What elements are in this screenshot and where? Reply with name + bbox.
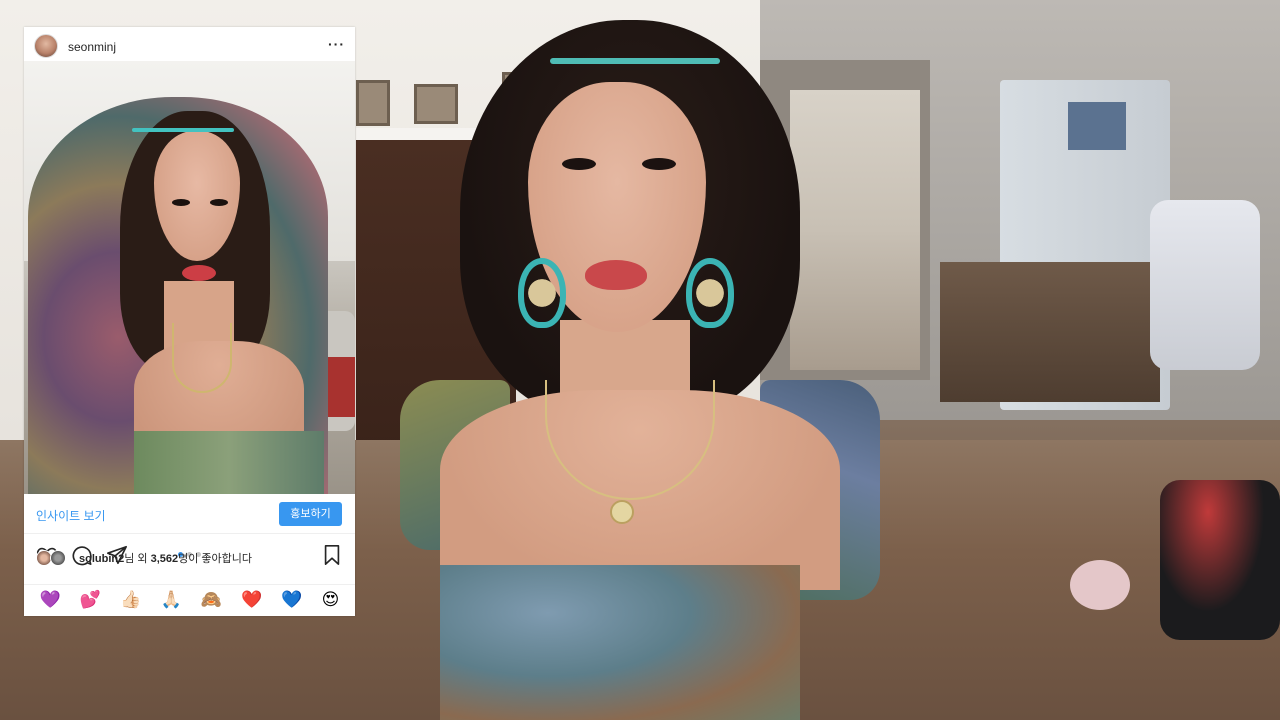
view-insights-link[interactable]: 인사이트 보기 — [36, 507, 106, 524]
liker-avatars — [36, 550, 70, 566]
photo-eye-right — [210, 199, 228, 206]
earring-left — [518, 258, 566, 328]
photo-eye-left — [172, 199, 190, 206]
hanging-clothes — [1150, 200, 1260, 370]
red-heart-emoji[interactable]: ❤️ — [241, 590, 262, 610]
paisley-top — [440, 565, 800, 720]
dining-table — [940, 262, 1160, 402]
headband — [550, 58, 720, 64]
more-options-icon[interactable]: ··· — [328, 36, 345, 52]
quick-reactions: 💜 💕 👍🏻 🙏🏻 🙈 ❤️ 💙 😍 — [24, 584, 355, 614]
photo-headband — [132, 128, 234, 132]
see-no-evil-monkey-emoji[interactable]: 🙈 — [201, 590, 222, 610]
likes-summary: solubin2님 외 3,562명이 좋아합니다 — [24, 547, 355, 577]
avatar — [50, 550, 66, 566]
thumbs-up-emoji[interactable]: 👍🏻 — [120, 590, 141, 610]
presenter — [380, 20, 900, 720]
avatar[interactable] — [34, 34, 58, 58]
liker-username[interactable]: solubin2 — [79, 553, 124, 565]
presenter-lips — [585, 260, 647, 290]
instagram-post-card: seonminj ··· 인사이트 보기 홍보하기 solubin2님 외 3,… — [24, 27, 355, 616]
fridge-photo — [1068, 102, 1126, 150]
photo-necklace — [172, 323, 232, 393]
earring-right — [686, 258, 734, 328]
purple-heart-emoji[interactable]: 💜 — [40, 590, 61, 610]
two-hearts-emoji[interactable]: 💕 — [80, 590, 101, 610]
promote-button[interactable]: 홍보하기 — [279, 502, 342, 526]
floor-object — [1070, 560, 1130, 610]
photo-top — [134, 431, 324, 494]
photo-lips — [182, 265, 216, 281]
folded-hands-emoji[interactable]: 🙏🏻 — [160, 590, 181, 610]
likes-suffix: 명이 좋아합니다 — [178, 553, 253, 565]
blue-heart-emoji[interactable]: 💙 — [281, 590, 302, 610]
post-photo[interactable] — [24, 61, 355, 494]
likes-text[interactable]: solubin2님 외 3,562명이 좋아합니다 — [79, 550, 252, 566]
bag — [1160, 480, 1280, 640]
presenter-eye-left — [562, 158, 596, 170]
heart-eyes-emoji[interactable]: 😍 — [322, 590, 340, 610]
post-username[interactable]: seonminj — [68, 40, 116, 54]
likes-count[interactable]: 3,562 — [151, 553, 179, 565]
likes-middle-text: 님 외 — [124, 553, 151, 565]
necklace-pendant — [610, 500, 634, 524]
insights-bar: 인사이트 보기 홍보하기 — [24, 494, 355, 534]
presenter-eye-right — [642, 158, 676, 170]
post-header: seonminj ··· — [24, 27, 355, 61]
